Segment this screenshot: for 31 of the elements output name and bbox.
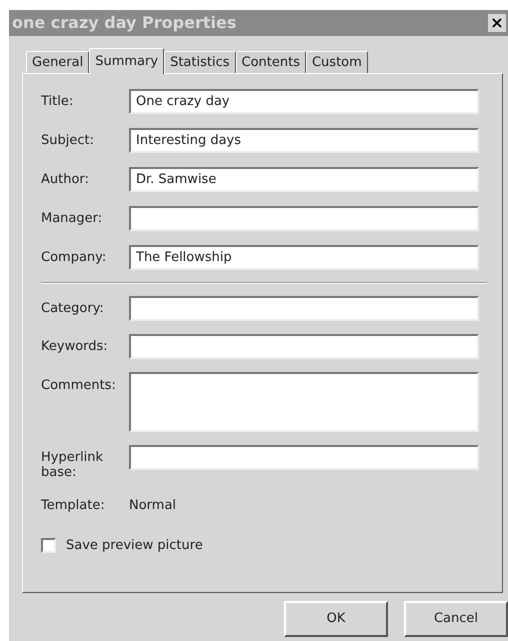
field-label: Author:	[41, 171, 90, 187]
dialog-button[interactable]: Cancel	[404, 601, 508, 637]
tab[interactable]: Statistics	[164, 51, 236, 73]
field-label: Category:	[41, 300, 105, 316]
field-label: Title:	[41, 93, 74, 109]
field-label: Manager:	[41, 210, 104, 226]
text-field[interactable]	[129, 334, 479, 359]
field-label: Hyperlink base:	[41, 449, 104, 480]
checkbox-label: Save preview picture	[66, 536, 203, 554]
field-label: Keywords:	[41, 338, 109, 354]
text-field[interactable]: Interesting days	[129, 128, 479, 153]
checkbox[interactable]	[41, 538, 56, 553]
text-field[interactable]: The Fellowship	[129, 245, 479, 270]
template-label: Template:	[41, 497, 106, 515]
field-label: Subject:	[41, 132, 95, 148]
dialog-button[interactable]: OK	[284, 601, 388, 637]
text-field[interactable]	[129, 206, 479, 231]
text-field[interactable]	[129, 445, 479, 470]
tab[interactable]: Summary	[89, 48, 164, 74]
text-field[interactable]	[129, 296, 479, 321]
tab[interactable]: Contents	[236, 51, 306, 73]
field-label: Company:	[41, 249, 108, 265]
tab[interactable]: General	[26, 51, 90, 73]
window-title: one crazy day Properties	[12, 12, 236, 34]
text-field[interactable]: One crazy day	[129, 89, 479, 114]
text-field[interactable]: Dr. Samwise	[129, 167, 479, 192]
comments-field[interactable]	[129, 372, 479, 432]
tab[interactable]: Custom	[306, 51, 368, 73]
field-label: Comments:	[41, 377, 117, 393]
close-button[interactable]: ×	[488, 14, 506, 32]
template-value: Normal	[129, 497, 176, 515]
